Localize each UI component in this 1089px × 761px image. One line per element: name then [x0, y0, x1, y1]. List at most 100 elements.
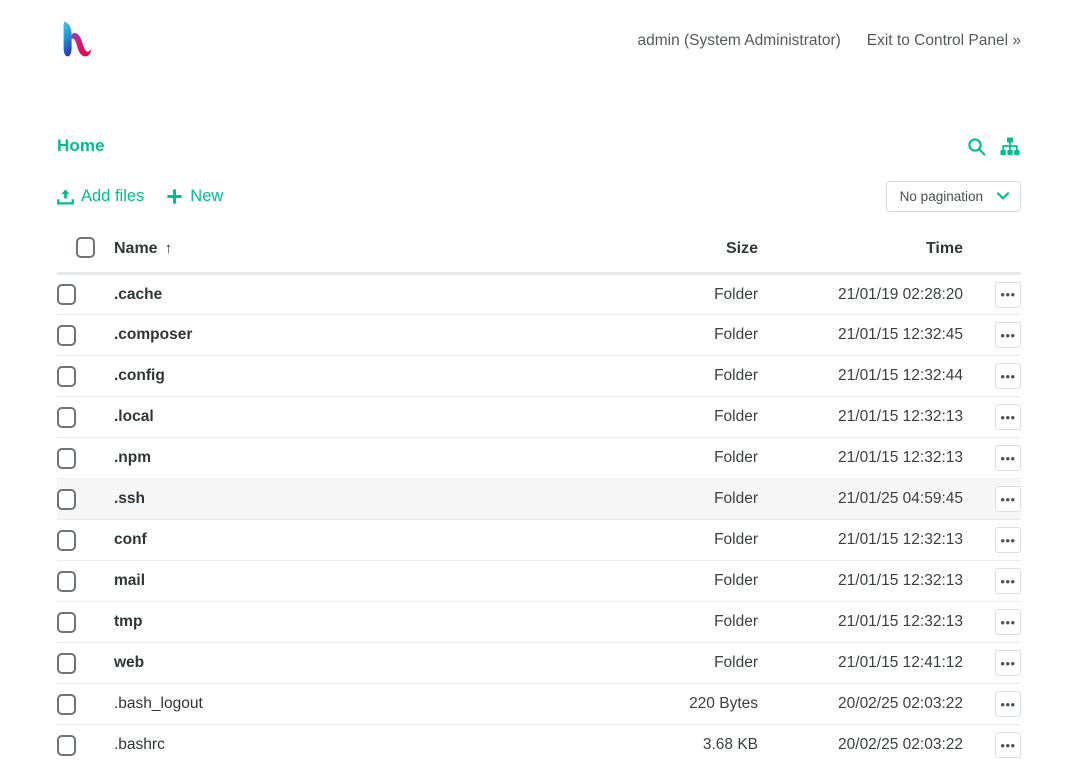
table-row[interactable]: .localFolder21/01/15 12:32:13•••	[57, 397, 1021, 438]
row-menu-button[interactable]: •••	[995, 282, 1021, 308]
file-size-cell: Folder	[600, 561, 758, 602]
chevron-down-icon	[997, 190, 1009, 202]
topbar-links: admin (System Administrator) Exit to Con…	[637, 32, 1021, 50]
row-select-checkbox[interactable]	[57, 407, 76, 428]
table-row[interactable]: .cache Folder21/01/19 02:28:20 •••	[57, 274, 1021, 315]
column-header-name[interactable]: Name↑	[114, 237, 600, 274]
breadcrumb-row: Home	[0, 127, 1089, 165]
pagination-select[interactable]: No pagination	[886, 181, 1021, 212]
exit-to-control-panel-link[interactable]: Exit to Control Panel »	[867, 32, 1021, 50]
file-time-cell: 21/01/15 12:32:44	[758, 356, 963, 397]
row-actions-cell: •••	[963, 684, 1021, 725]
file-name-cell: .npm	[114, 438, 600, 479]
file-time-cell: 21/01/15 12:32:13	[758, 397, 963, 438]
column-header-actions	[963, 237, 1021, 274]
table-row[interactable]: confFolder21/01/15 12:32:13•••	[57, 520, 1021, 561]
file-name-cell: .composer	[114, 315, 600, 356]
row-select-cell	[57, 520, 114, 561]
upload-icon	[57, 188, 74, 205]
breadcrumb-home[interactable]: Home	[57, 136, 105, 156]
row-select-checkbox[interactable]	[57, 448, 76, 469]
folder-link[interactable]: mail	[114, 572, 145, 589]
row-select-cell	[57, 725, 114, 761]
row-select-cell	[57, 274, 114, 315]
table-row[interactable]: .configFolder21/01/15 12:32:44•••	[57, 356, 1021, 397]
actions-row: Add files New No pagination	[0, 176, 1089, 216]
sitemap-icon[interactable]	[999, 135, 1021, 157]
row-select-checkbox[interactable]	[57, 530, 76, 551]
row-actions-cell: •••	[963, 438, 1021, 479]
row-menu-button[interactable]: •••	[995, 527, 1021, 553]
file-name-cell: .bash_logout	[114, 684, 600, 725]
row-menu-button[interactable]: •••	[995, 732, 1021, 758]
table-row[interactable]: .npmFolder21/01/15 12:32:13•••	[57, 438, 1021, 479]
file-time-cell: 21/01/25 04:59:45	[758, 479, 963, 520]
brand-logo[interactable]	[57, 18, 103, 64]
folder-link[interactable]: tmp	[114, 613, 142, 630]
row-menu-button[interactable]: •••	[995, 363, 1021, 389]
row-menu-button[interactable]: •••	[995, 486, 1021, 512]
add-files-button[interactable]: Add files	[57, 187, 144, 206]
row-menu-button[interactable]: •••	[995, 404, 1021, 430]
search-icon[interactable]	[965, 135, 987, 157]
row-select-checkbox[interactable]	[57, 366, 76, 387]
file-size-cell: Folder	[600, 602, 758, 643]
file-size-cell: 3.68 KB	[600, 725, 758, 761]
file-time-cell: 21/01/15 12:32:13	[758, 602, 963, 643]
table-row[interactable]: mailFolder21/01/15 12:32:13•••	[57, 561, 1021, 602]
row-select-checkbox[interactable]	[57, 612, 76, 633]
table-row[interactable]: tmp Folder21/01/15 12:32:13 •••	[57, 602, 1021, 643]
folder-link[interactable]: .config	[114, 367, 165, 384]
file-link[interactable]: .bash_logout	[114, 695, 203, 712]
row-select-checkbox[interactable]	[57, 653, 76, 674]
folder-link[interactable]: .local	[114, 408, 154, 425]
folder-link[interactable]: web	[114, 654, 144, 671]
row-select-checkbox[interactable]	[57, 735, 76, 756]
new-button[interactable]: New	[166, 187, 223, 206]
row-menu-button[interactable]: •••	[995, 445, 1021, 471]
row-select-checkbox[interactable]	[57, 571, 76, 592]
folder-link[interactable]: conf	[114, 531, 147, 548]
row-menu-button[interactable]: •••	[995, 650, 1021, 676]
file-size-cell: Folder	[600, 643, 758, 684]
file-size-cell: Folder	[600, 274, 758, 315]
row-select-cell	[57, 479, 114, 520]
table-row[interactable]: .bash_logout220 Bytes20/02/25 02:03:22••…	[57, 684, 1021, 725]
select-all-checkbox[interactable]	[76, 237, 95, 258]
row-menu-button[interactable]: •••	[995, 322, 1021, 348]
row-actions-cell: •••	[963, 520, 1021, 561]
column-header-time[interactable]: Time	[758, 237, 963, 274]
row-select-checkbox[interactable]	[57, 284, 76, 305]
table-row[interactable]: .composer Folder21/01/15 12:32:45 •••	[57, 315, 1021, 356]
file-time-cell: 20/02/25 02:03:22	[758, 725, 963, 761]
row-select-cell	[57, 684, 114, 725]
file-link[interactable]: .bashrc	[114, 736, 165, 753]
file-time-cell: 21/01/19 02:28:20	[758, 274, 963, 315]
file-name-cell: conf	[114, 520, 600, 561]
file-size-cell: 220 Bytes	[600, 684, 758, 725]
row-select-checkbox[interactable]	[57, 325, 76, 346]
folder-link[interactable]: .npm	[114, 449, 151, 466]
row-menu-button[interactable]: •••	[995, 568, 1021, 594]
file-size-cell: Folder	[600, 315, 758, 356]
top-bar: admin (System Administrator) Exit to Con…	[0, 0, 1089, 82]
folder-link[interactable]: .composer	[114, 326, 192, 343]
folder-link[interactable]: .cache	[114, 286, 162, 303]
table-row[interactable]: web Folder21/01/15 12:41:12 •••	[57, 643, 1021, 684]
table-row[interactable]: .sshFolder21/01/25 04:59:45•••	[57, 479, 1021, 520]
row-menu-button[interactable]: •••	[995, 691, 1021, 717]
file-time-cell: 21/01/15 12:41:12	[758, 643, 963, 684]
file-table-container: Name↑ Size Time .cacheFolder21/01/19 02:…	[0, 237, 1089, 761]
row-select-cell	[57, 438, 114, 479]
column-header-size[interactable]: Size	[600, 237, 758, 274]
table-row[interactable]: .bashrc 3.68 KB20/02/25 02:03:22 •••	[57, 725, 1021, 761]
folder-link[interactable]: .ssh	[114, 490, 145, 507]
new-label: New	[190, 187, 223, 206]
current-user-link[interactable]: admin (System Administrator)	[637, 32, 840, 50]
row-select-checkbox[interactable]	[57, 489, 76, 510]
file-name-cell: tmp	[114, 602, 600, 643]
row-select-cell	[57, 643, 114, 684]
row-select-checkbox[interactable]	[57, 694, 76, 715]
file-time-cell: 21/01/15 12:32:45	[758, 315, 963, 356]
row-menu-button[interactable]: •••	[995, 609, 1021, 635]
